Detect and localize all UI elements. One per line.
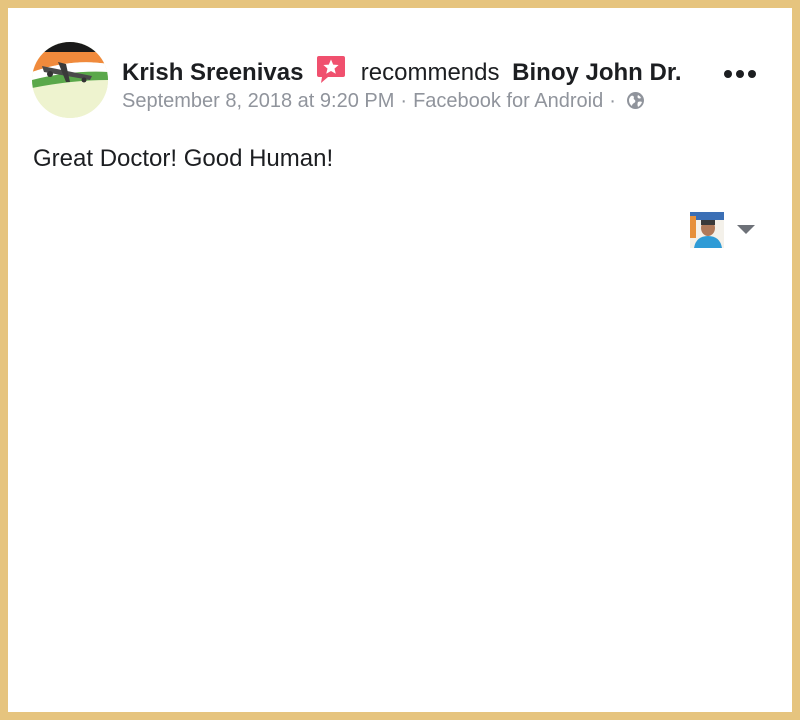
post-header: Krish Sreenivas recommends Binoy John Dr… — [122, 54, 682, 88]
post-source: Facebook for Android — [413, 90, 604, 112]
recommendation-star-icon — [316, 54, 346, 84]
post-body-text: Great Doctor! Good Human! — [33, 145, 334, 172]
chevron-down-icon[interactable] — [737, 225, 755, 234]
meta-separator: · — [609, 90, 616, 112]
author-name-link[interactable]: Krish Sreenivas — [122, 59, 303, 86]
facebook-post-card: Krish Sreenivas recommends Binoy John Dr… — [8, 8, 792, 712]
author-avatar[interactable] — [32, 42, 108, 118]
post-meta: September 8, 2018 at 9:20 PM · Facebook fo… — [122, 88, 645, 114]
page-frame: Krish Sreenivas recommends Binoy John Dr… — [8, 8, 792, 712]
meta-separator: · — [400, 90, 408, 112]
globe-icon[interactable] — [626, 91, 645, 110]
recommended-page-link[interactable]: Binoy John Dr. — [512, 59, 681, 86]
viewer-avatar[interactable] — [690, 212, 724, 248]
action-verb: recommends — [360, 59, 500, 86]
more-options-icon[interactable] — [720, 62, 760, 86]
post-timestamp-link[interactable]: September 8, 2018 at 9:20 PM — [122, 90, 394, 112]
